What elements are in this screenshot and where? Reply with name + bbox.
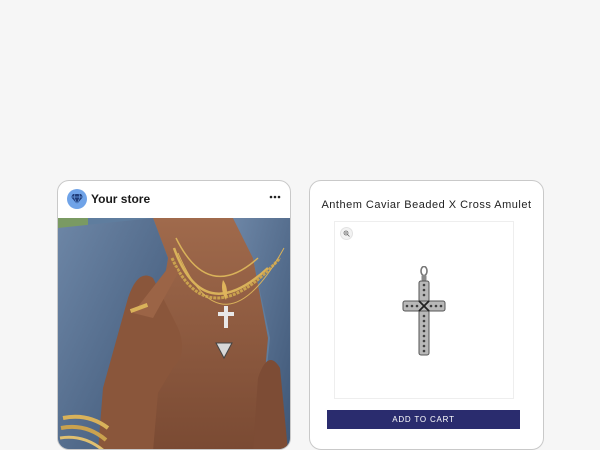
- cross-amulet-image: [402, 266, 446, 356]
- diamond-icon: [71, 194, 83, 204]
- add-to-cart-button[interactable]: ADD TO CART: [327, 410, 520, 429]
- store-avatar[interactable]: [67, 189, 87, 209]
- post-photo[interactable]: [58, 218, 291, 450]
- zoom-in-icon[interactable]: [340, 227, 353, 240]
- store-name[interactable]: Your store: [91, 192, 150, 206]
- product-card: Anthem Caviar Beaded X Cross Amulet ADD …: [309, 180, 544, 450]
- instagram-post-card: Your store: [57, 180, 291, 450]
- product-image-frame[interactable]: [334, 221, 514, 399]
- product-title[interactable]: Anthem Caviar Beaded X Cross Amulet: [310, 199, 543, 211]
- more-horizontal-icon[interactable]: [268, 190, 282, 204]
- post-header: Your store: [58, 181, 290, 218]
